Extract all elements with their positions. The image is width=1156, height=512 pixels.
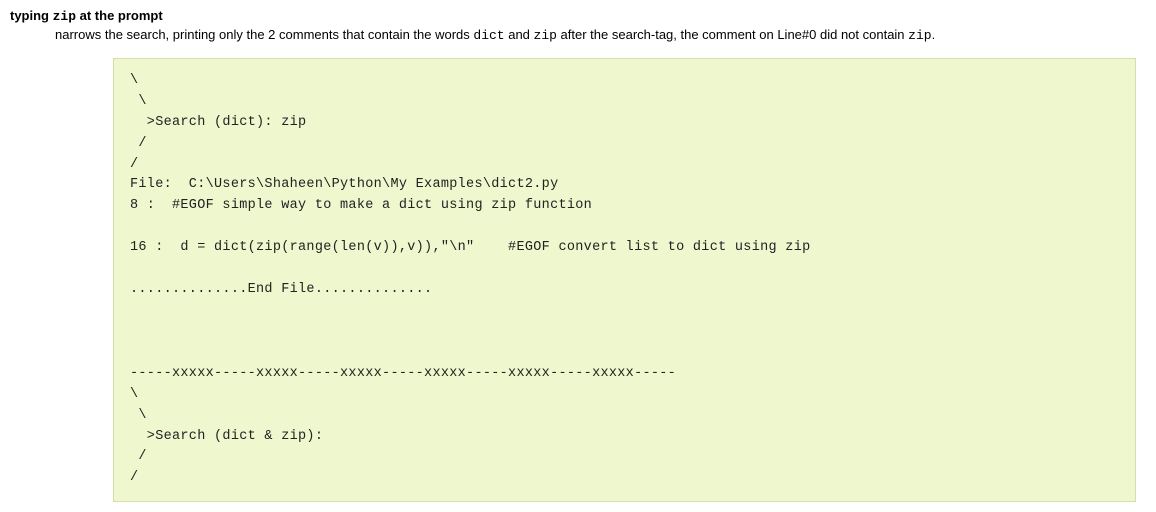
desc-text-3: after the search-tag, the comment on Lin… [557, 27, 908, 42]
section-heading: typing zip at the prompt [10, 8, 1146, 24]
description-paragraph: narrows the search, printing only the 2 … [55, 26, 1146, 46]
desc-text-4: . [932, 27, 936, 42]
heading-post: at the prompt [76, 8, 163, 23]
code-block: \ \ >Search (dict): zip / / File: C:\Use… [113, 58, 1136, 502]
desc-code-dict: dict [473, 28, 504, 43]
heading-code: zip [53, 9, 76, 24]
desc-text-1: narrows the search, printing only the 2 … [55, 27, 473, 42]
desc-code-zip: zip [534, 28, 557, 43]
desc-code-zip2: zip [908, 28, 931, 43]
desc-text-2: and [505, 27, 534, 42]
heading-pre: typing [10, 8, 53, 23]
